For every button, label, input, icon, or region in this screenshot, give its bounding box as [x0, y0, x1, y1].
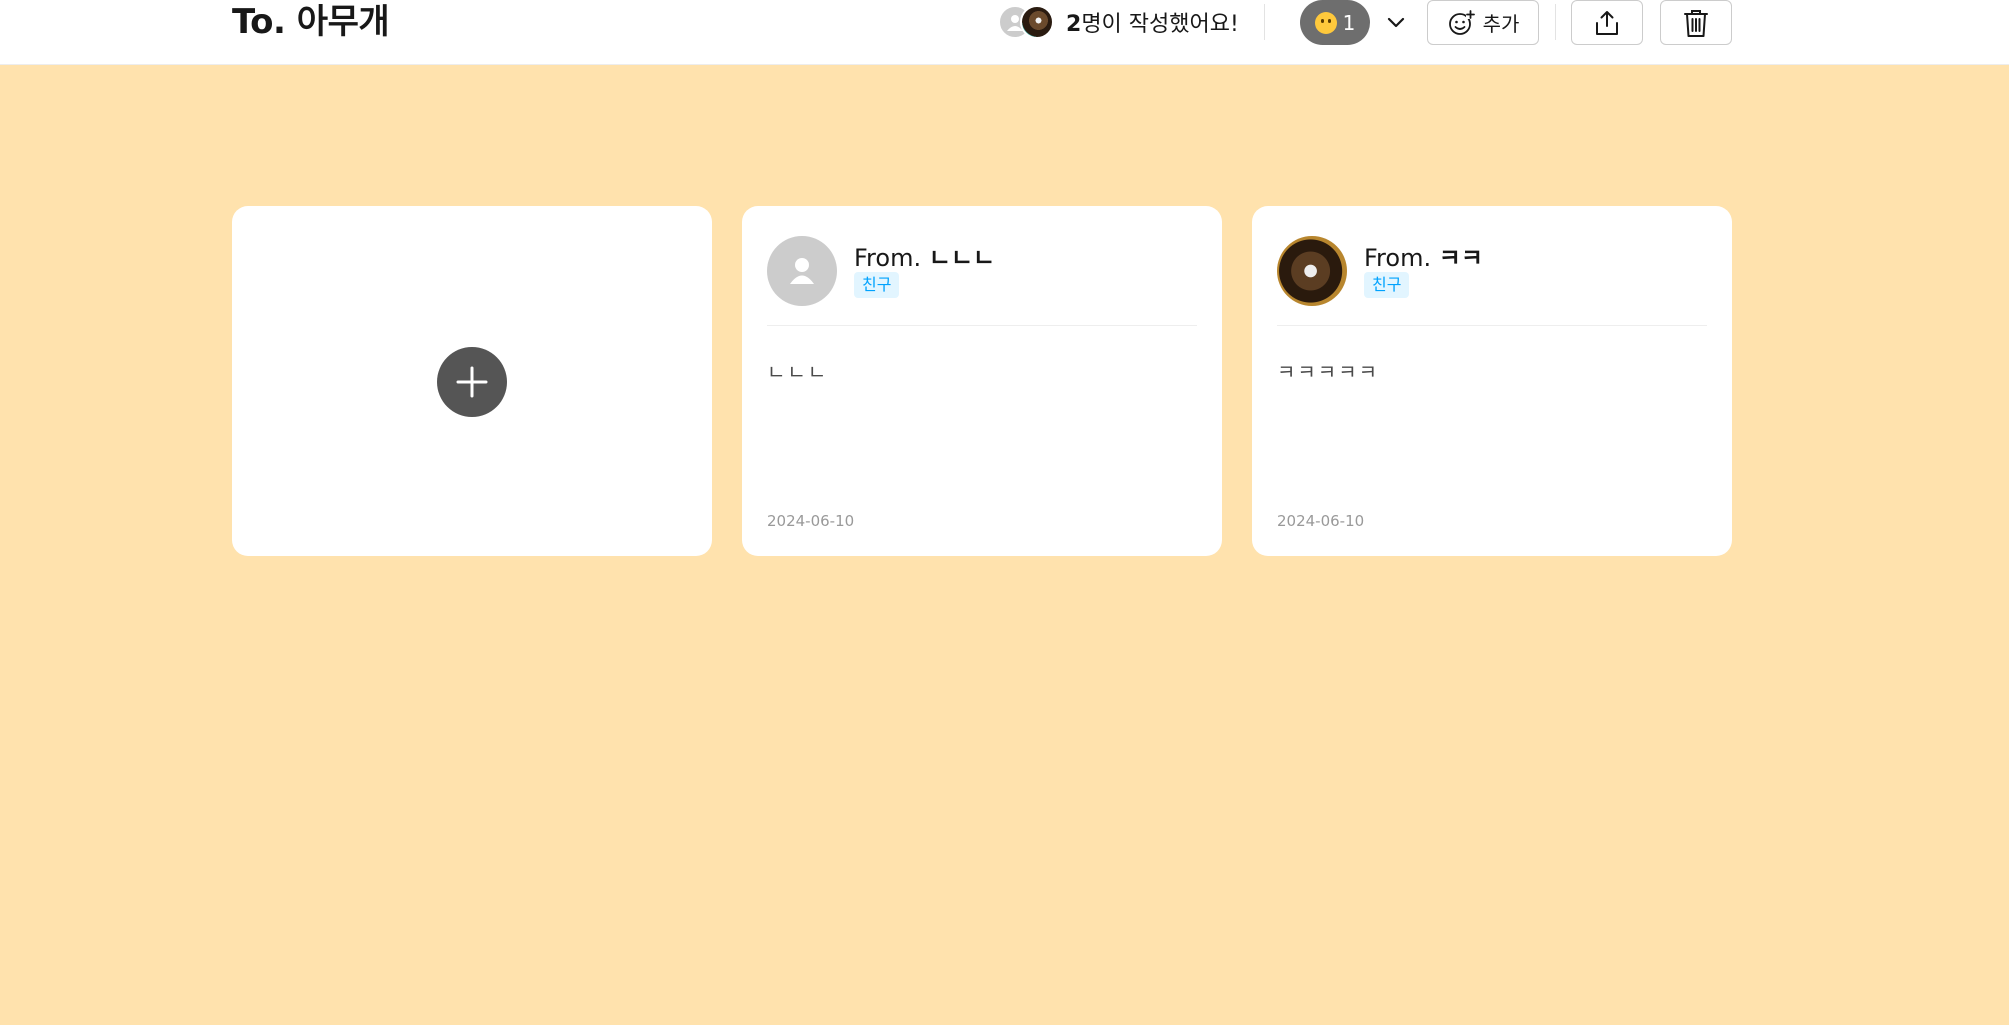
person-icon: [790, 258, 814, 284]
add-reaction-label: 추가: [1482, 12, 1520, 36]
message-content: ㄴㄴㄴ: [767, 360, 829, 384]
message-content: ㅋㅋㅋㅋㅋ: [1277, 360, 1379, 384]
message-card[interactable]: From. ㅋㅋ 친구 ㅋㅋㅋㅋㅋ 2024-06-10: [1252, 206, 1732, 556]
plus-icon: [456, 366, 488, 398]
from-prefix: From.: [854, 244, 922, 272]
reaction-badge[interactable]: 1: [1300, 0, 1370, 45]
sender-avatar-photo: [1277, 236, 1347, 306]
sender-line: From. ㅋㅋ: [1364, 238, 1483, 273]
add-reaction-button[interactable]: 추가: [1427, 0, 1539, 45]
trash-icon: [1684, 9, 1708, 37]
relationship-badge: 친구: [1364, 272, 1410, 298]
header-divider-2: [1555, 4, 1556, 40]
writers-count-text: 2명이 작성했어요!: [1066, 6, 1239, 38]
message-card[interactable]: From. ㄴㄴㄴ 친구 ㄴㄴㄴ 2024-06-10: [742, 206, 1222, 556]
sender-line: From. ㄴㄴㄴ: [854, 238, 995, 273]
delete-button[interactable]: [1660, 0, 1732, 45]
add-message-card[interactable]: [232, 206, 712, 556]
recipient-title: To. 아무개: [232, 2, 390, 42]
writers-count: 2: [1066, 12, 1082, 37]
sender-name: ㅋㅋ: [1438, 244, 1483, 272]
writers-summary: 2명이 작성했어요!: [998, 5, 1239, 39]
card-header: From. ㅋㅋ 친구: [1277, 236, 1707, 326]
reactions-dropdown-toggle[interactable]: [1380, 5, 1412, 39]
message-date: 2024-06-10: [1277, 512, 1365, 530]
header-divider: [1264, 4, 1265, 40]
writers-suffix: 명이 작성했어요!: [1081, 12, 1239, 37]
add-message-button[interactable]: [437, 347, 507, 417]
relationship-badge: 친구: [854, 272, 900, 298]
sender-name: ㄴㄴㄴ: [928, 244, 995, 272]
chevron-down-icon: [1387, 17, 1405, 28]
smiling-face-icon: [1314, 11, 1337, 34]
card-header: From. ㄴㄴㄴ 친구: [767, 236, 1197, 326]
share-button[interactable]: [1571, 0, 1643, 45]
message-date: 2024-06-10: [767, 512, 855, 530]
sender-avatar: [767, 236, 837, 306]
reaction-count: 1: [1342, 10, 1356, 35]
share-icon: [1596, 10, 1618, 35]
top-bar: To. 아무개 2명이 작성했어요! 1 추가: [0, 0, 2009, 65]
writer-avatar-photo: [1020, 5, 1054, 39]
from-prefix: From.: [1364, 244, 1432, 272]
add-emoji-icon: [1448, 9, 1475, 35]
